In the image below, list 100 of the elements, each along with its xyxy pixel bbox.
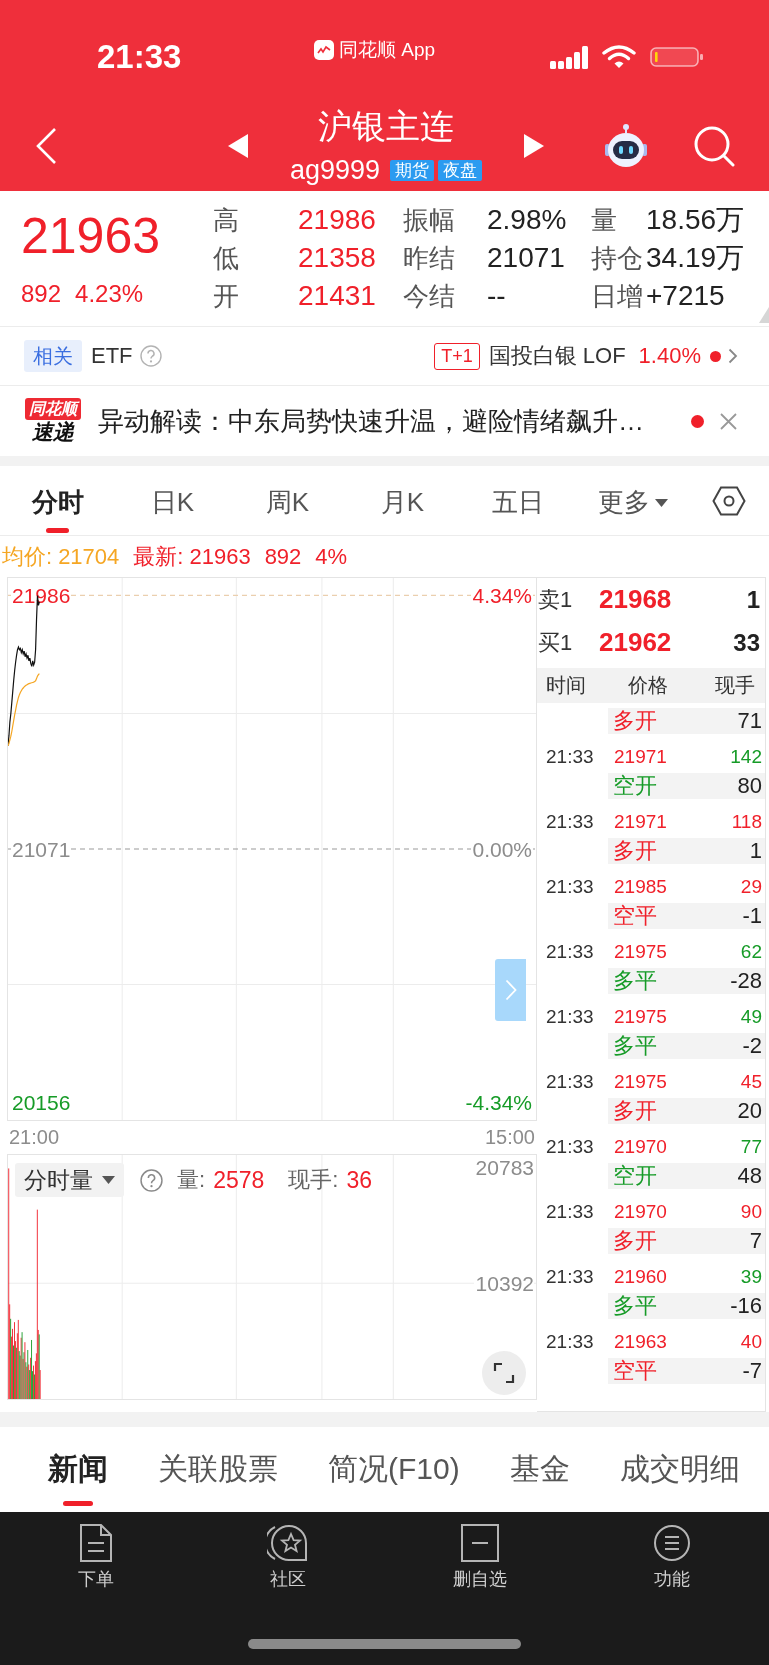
contract-code: ag9999 [289, 155, 381, 185]
chart-tab[interactable]: 月K [345, 466, 460, 535]
community-button[interactable]: 社区 [192, 1512, 384, 1590]
column-header: 价格 [628, 673, 668, 698]
app-logo-icon [314, 40, 334, 60]
caret-down-icon [102, 1176, 115, 1184]
latest-price-value: 892 [264, 543, 302, 570]
chart-tab[interactable]: 五日 [460, 466, 575, 535]
back-to-app-label[interactable]: 同花顺 App [339, 39, 436, 61]
position-change: -2 [742, 1033, 762, 1059]
chart-tab[interactable]: 分时 [0, 466, 115, 535]
corner-tab-icon [759, 307, 769, 323]
position-change: 71 [737, 708, 762, 734]
order-button[interactable]: 下单 [0, 1512, 192, 1590]
trade-volume: 40 [740, 1331, 763, 1353]
stat-label: 量 [591, 205, 618, 235]
market-badge: 期货 [390, 159, 435, 181]
position-change: 7 [749, 1228, 762, 1254]
signal-icon [550, 45, 588, 69]
alert-dot-icon [691, 414, 704, 428]
latest-price-value: 21963 [189, 543, 251, 570]
stat-value: +7215 [646, 280, 726, 312]
volume-label: 量: [177, 1166, 206, 1194]
average-price-label: 均价: [2, 542, 53, 571]
menu-icon [653, 1523, 691, 1563]
next-contract-button[interactable] [522, 132, 546, 159]
trade-time: 21:33 [545, 1006, 595, 1028]
fullscreen-button[interactable] [482, 1351, 526, 1395]
trade-price: 21985 [614, 876, 667, 898]
trade-volume: 90 [740, 1201, 763, 1223]
trade-volume: 142 [730, 746, 763, 768]
document-icon [79, 1523, 113, 1563]
contract-title: 沪银主连 [318, 106, 454, 146]
stat-value: 21071 [487, 242, 566, 274]
robot-icon [604, 122, 648, 169]
chart-tab[interactable]: 日K [115, 466, 230, 535]
fund-change: 1.40% [638, 343, 701, 369]
search-button[interactable] [693, 124, 735, 167]
trade-price: 21971 [614, 746, 667, 768]
functions-button[interactable]: 功能 [576, 1512, 768, 1590]
alert-dot-icon [710, 350, 721, 362]
express-logo-label: 速递 [32, 420, 74, 444]
brand-logo-label: 同花顺 [25, 398, 81, 420]
fund-name[interactable]: 国投白银 LOF [488, 341, 626, 371]
assistant-button[interactable] [604, 122, 648, 169]
help-icon[interactable] [139, 345, 162, 367]
stat-label: 开 [213, 281, 240, 311]
chevron-right-icon[interactable] [728, 348, 738, 364]
order-volume: 1 [746, 585, 761, 614]
remove-watchlist-button[interactable]: 删自选 [384, 1512, 576, 1590]
trade-price: 21970 [614, 1136, 667, 1158]
chart-tab[interactable]: 更多 [575, 466, 690, 535]
news-headline[interactable]: 异动解读：中东局势快速升温，避险情绪飙升… [98, 403, 644, 439]
close-icon [720, 412, 737, 430]
trade-price: 21971 [614, 811, 667, 833]
status-time: 21:33 [97, 40, 183, 74]
column-header: 现手 [715, 673, 756, 698]
position-change: -16 [730, 1293, 762, 1319]
trade-volume: 39 [740, 1266, 763, 1288]
trade-volume: 118 [731, 811, 763, 833]
stat-label: 低 [213, 243, 240, 273]
close-button[interactable] [720, 412, 737, 430]
battery-icon [650, 47, 704, 67]
time-label: 21:00 [9, 1125, 60, 1150]
position-change: 20 [737, 1098, 762, 1124]
current-hand-value: 36 [346, 1166, 372, 1194]
trade-price: 21960 [614, 1266, 667, 1288]
stat-value: -- [487, 280, 507, 312]
order-side: 卖1 [537, 585, 574, 614]
trade-time: 21:33 [545, 941, 595, 963]
stat-label: 日增 [591, 281, 644, 311]
trade-action: 空平 [613, 1357, 657, 1385]
fullscreen-icon [493, 1362, 515, 1384]
trade-price: 21975 [614, 941, 667, 963]
section-tab[interactable]: 简况(F10) [328, 1427, 460, 1512]
trade-price: 21963 [614, 1331, 667, 1353]
position-change: -1 [742, 903, 762, 929]
price-change-percent: 4.23% [75, 279, 144, 309]
section-tab[interactable]: 成交明细 [619, 1427, 740, 1512]
trade-volume: 29 [740, 876, 763, 898]
trade-time: 21:33 [545, 876, 595, 898]
minus-square-icon [460, 1523, 500, 1563]
chart-tab[interactable]: 周K [230, 466, 345, 535]
stat-value: 2.98% [487, 204, 568, 236]
star-badge-icon [267, 1523, 309, 1563]
previous-contract-button[interactable] [226, 132, 250, 159]
indicator-dropdown[interactable]: 分时量 [15, 1163, 124, 1197]
trade-action: 多开 [613, 707, 657, 735]
stat-label: 今结 [403, 281, 456, 311]
trade-price: 21975 [614, 1071, 667, 1093]
stat-value: 21358 [298, 242, 377, 274]
position-change: 80 [737, 773, 762, 799]
section-tab[interactable]: 新闻 [48, 1427, 108, 1512]
position-change: 1 [749, 838, 762, 864]
section-tab[interactable]: 基金 [509, 1427, 570, 1512]
time-label: 15:00 [484, 1125, 535, 1150]
section-tab[interactable]: 关联股票 [158, 1427, 278, 1512]
position-change: -28 [730, 968, 762, 994]
help-icon[interactable] [140, 1168, 163, 1192]
chevron-right-icon [504, 979, 517, 1001]
